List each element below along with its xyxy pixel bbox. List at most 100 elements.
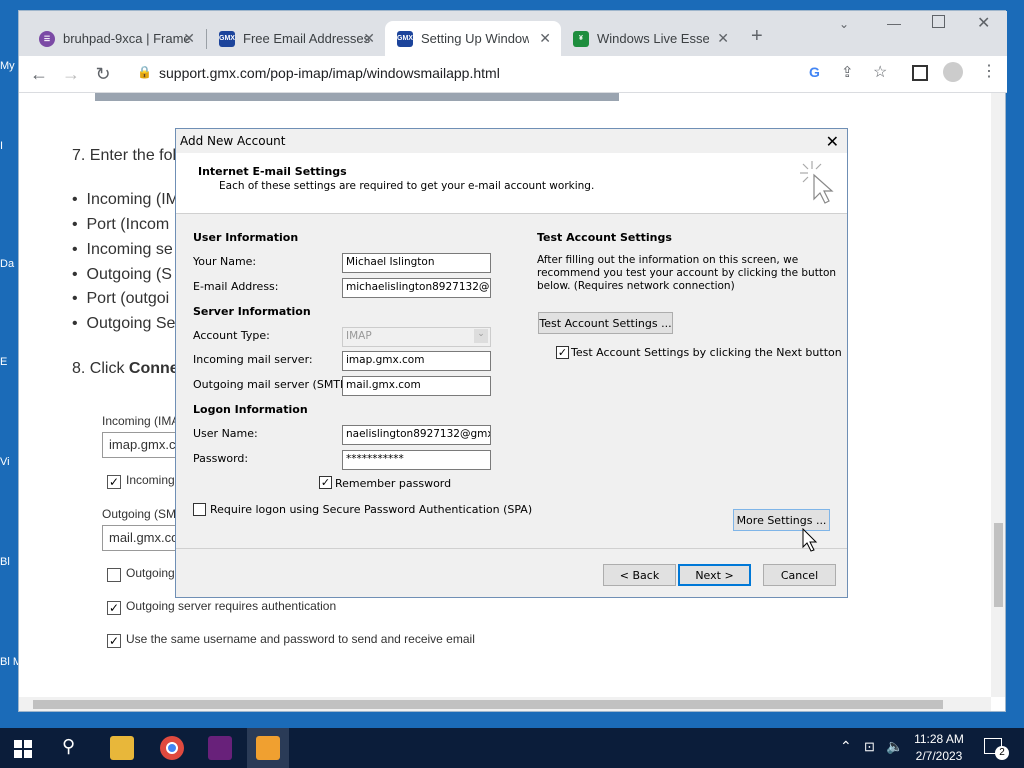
share-icon[interactable]: ⇪ [841, 63, 854, 81]
desktop-icon-label[interactable]: Bl [0, 556, 18, 568]
cursor-sparkle-icon [800, 161, 834, 204]
test-account-settings-button[interactable]: Test Account Settings ... [538, 312, 673, 334]
browser-toolbar: ← → ↻ 🔒 support.gmx.com/pop-imap/imap/wi… [19, 56, 1007, 93]
logon-info-heading: Logon Information [193, 403, 308, 416]
same-user-checkbox[interactable]: ✓ [107, 634, 121, 648]
chevron-up-icon[interactable]: ⌃ [840, 738, 852, 755]
vertical-scrollbar[interactable] [991, 93, 1005, 697]
bullet-item: • Incoming se [72, 241, 173, 258]
tab-windows-live[interactable]: ¥ Windows Live Essenti ✕ [561, 21, 739, 56]
scroll-thumb[interactable] [33, 700, 943, 709]
windows-start-icon[interactable] [14, 740, 32, 758]
maximize-icon[interactable] [932, 15, 945, 28]
close-window-icon[interactable]: ✕ [977, 13, 990, 33]
tab-setting-up-windows[interactable]: GMX Setting Up Windows ✕ [385, 21, 561, 56]
password-field[interactable]: *********** [342, 450, 491, 470]
tab-title: Free Email Addresses [243, 31, 371, 46]
horizontal-scrollbar[interactable] [19, 697, 991, 711]
tab-strip: ☰ bruhpad-9xca | Frame ✕ GMX Free Email … [19, 11, 1007, 56]
outgoing-server-input[interactable]: mail.gmx.cor [102, 525, 183, 551]
sheets-icon: ¥ [573, 30, 589, 47]
volume-muted-icon[interactable]: 🔈 [886, 738, 903, 755]
close-tab-icon[interactable]: ✕ [183, 30, 195, 47]
your-name-field[interactable]: Michael Islington [342, 253, 491, 273]
next-button[interactable]: Next > [678, 564, 751, 586]
account-type-label: Account Type: [193, 329, 270, 342]
desktop-icon-label[interactable]: I [0, 140, 18, 152]
chrome-icon[interactable] [160, 736, 184, 760]
account-type-value: IMAP [346, 330, 372, 342]
outgoing-label: Outgoing (SM [102, 507, 177, 521]
screenshot-image [95, 93, 619, 101]
close-tab-icon[interactable]: ✕ [363, 30, 375, 47]
side-panel-icon[interactable] [912, 65, 928, 81]
address-bar[interactable]: support.gmx.com/pop-imap/imap/windowsmai… [159, 60, 679, 86]
tab-search-icon[interactable]: ⌄ [839, 17, 849, 31]
outlook-icon [256, 736, 280, 760]
cancel-button[interactable]: Cancel [763, 564, 836, 586]
incoming-server-label: Incoming mail server: [193, 353, 313, 366]
desktop-icon-label[interactable]: Da [0, 258, 18, 270]
test-settings-heading: Test Account Settings [537, 231, 672, 244]
outgoing-checkbox[interactable] [107, 568, 121, 582]
dialog-title: Add New Account [180, 134, 286, 148]
remember-password-checkbox[interactable]: ✓ [319, 476, 332, 489]
visual-studio-icon[interactable] [208, 736, 232, 760]
tab-free-email[interactable]: GMX Free Email Addresses ✕ [207, 21, 385, 56]
profile-avatar[interactable] [943, 62, 963, 82]
step-8-text: 8. Click Conne [72, 360, 179, 377]
incoming-server-field[interactable]: imap.gmx.com [342, 351, 491, 371]
desktop-icon-label[interactable]: Vi [0, 456, 18, 468]
scroll-thumb[interactable] [994, 523, 1003, 607]
close-tab-icon[interactable]: ✕ [539, 30, 551, 47]
bookmark-star-icon[interactable]: ☆ [873, 62, 887, 82]
back-button[interactable]: < Back [603, 564, 676, 586]
tab-bruhpad[interactable]: ☰ bruhpad-9xca | Frame ✕ [27, 21, 205, 56]
test-on-next-checkbox[interactable]: ✓ [556, 346, 569, 359]
forward-icon[interactable]: → [59, 62, 83, 86]
mouse-pointer-icon [802, 528, 818, 552]
close-tab-icon[interactable]: ✕ [717, 30, 729, 47]
desktop-icon-label[interactable]: My [0, 60, 18, 72]
incoming-server-input[interactable]: imap.gmx.co [102, 432, 183, 458]
lock-icon[interactable]: 🔒 [137, 65, 152, 79]
close-icon[interactable]: ✕ [826, 132, 839, 151]
bullet-item: • Outgoing Se [72, 315, 176, 332]
email-label: E-mail Address: [193, 280, 279, 293]
bullet-item: • Outgoing (S [72, 266, 172, 283]
spa-checkbox[interactable] [193, 503, 206, 516]
outgoing-server-field[interactable]: mail.gmx.com [342, 376, 491, 396]
clock-date[interactable]: 2/7/2023 [914, 749, 964, 763]
file-explorer-icon[interactable] [110, 736, 134, 760]
gmx-icon: GMX [397, 30, 413, 47]
search-icon[interactable]: ⚲ [62, 736, 75, 757]
tab-title: Windows Live Essenti [597, 31, 709, 46]
reload-icon[interactable]: ↻ [91, 62, 115, 86]
desktop-icon-label[interactable]: E [0, 356, 18, 368]
step-7-text: 7. Enter the fol [72, 147, 177, 164]
taskbar-active-app[interactable] [247, 728, 289, 768]
outgoing-auth-checkbox[interactable]: ✓ [107, 601, 121, 615]
chevron-down-icon: ⌄ [474, 329, 488, 343]
email-field[interactable]: michaelislington8927132@gmx [342, 278, 491, 298]
account-type-select[interactable]: IMAP ⌄ [342, 327, 491, 347]
back-icon[interactable]: ← [27, 62, 51, 86]
menu-kebab-icon[interactable]: ⋮ [981, 61, 997, 81]
user-info-heading: User Information [193, 231, 299, 244]
network-icon[interactable]: ⊡ [864, 739, 875, 755]
minimize-icon[interactable]: — [887, 15, 901, 31]
desktop-icon-label[interactable]: Bl M [0, 656, 18, 668]
google-icon[interactable]: G [809, 64, 820, 80]
test-desc-line: After filling out the information on thi… [537, 254, 799, 266]
new-tab-button[interactable]: + [751, 25, 763, 48]
dialog-divider [176, 548, 847, 549]
same-user-label: Use the same username and password to se… [126, 632, 475, 646]
your-name-label: Your Name: [193, 255, 257, 268]
outgoing-check-label: Outgoing [126, 566, 175, 580]
clock-time[interactable]: 11:28 AM [914, 732, 964, 746]
username-field[interactable]: naelislington8927132@gmx.us [342, 425, 491, 445]
outgoing-auth-label: Outgoing server requires authentication [126, 599, 337, 613]
add-account-dialog: Add New Account ✕ Internet E-mail Settin… [175, 128, 848, 598]
incoming-checkbox[interactable]: ✓ [107, 475, 121, 489]
bullet-item: • Port (Incom [72, 216, 170, 233]
